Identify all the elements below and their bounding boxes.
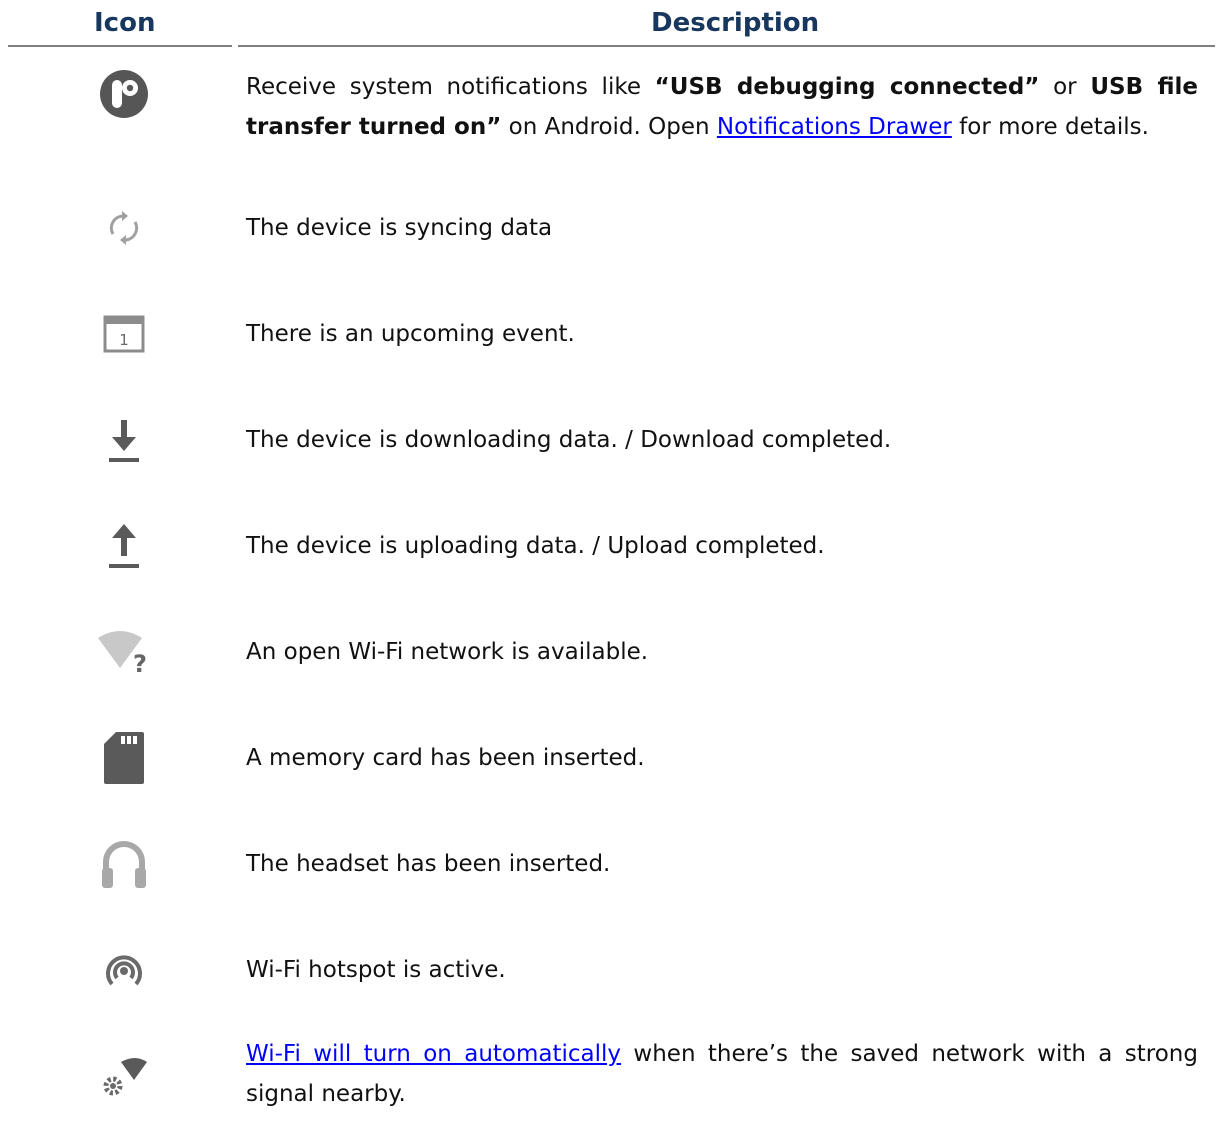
question-mark-glyph: ? xyxy=(133,650,147,676)
header-rule-right xyxy=(238,45,1215,47)
notification-app-icon xyxy=(92,62,156,126)
notifications-drawer-link[interactable]: Notifications Drawer xyxy=(717,114,952,140)
table-row: A memory card has been inserted. xyxy=(0,726,1223,790)
table-row: The headset has been inserted. xyxy=(0,832,1223,896)
row-description: The device is syncing data xyxy=(246,215,553,241)
sd-card-icon xyxy=(92,726,156,790)
row-description: The headset has been inserted. xyxy=(246,851,611,877)
table-row: The device is downloading data. / Downlo… xyxy=(0,408,1223,472)
download-icon xyxy=(92,408,156,472)
table-row: 1 There is an upcoming event. xyxy=(0,302,1223,366)
wifi-auto-on-link[interactable]: Wi-Fi will turn on automatically xyxy=(246,1041,621,1067)
row-description: An open Wi-Fi network is available. xyxy=(246,639,649,665)
table-row: ? An open Wi-Fi network is available. xyxy=(0,620,1223,684)
sync-icon xyxy=(92,196,156,260)
row-description: A memory card has been inserted. xyxy=(246,745,645,771)
table-row: The device is uploading data. / Upload c… xyxy=(0,514,1223,578)
row-description: Wi-Fi hotspot is active. xyxy=(246,957,506,983)
calendar-day-label: 1 xyxy=(119,331,129,349)
column-header-description: Description xyxy=(651,8,820,38)
header-rule-left xyxy=(8,45,232,47)
row-description: Wi-Fi will turn on automatically when th… xyxy=(246,1041,1198,1107)
table-row: Receive system notifications like “USB d… xyxy=(0,62,1223,162)
row-description: Receive system notifications like “USB d… xyxy=(246,74,1199,140)
table-row: The device is syncing data xyxy=(0,196,1223,260)
column-header-icon: Icon xyxy=(94,8,156,38)
upload-icon xyxy=(92,514,156,578)
hotspot-icon xyxy=(92,938,156,1002)
calendar-icon: 1 xyxy=(92,302,156,366)
row-description: The device is downloading data. / Downlo… xyxy=(246,427,892,453)
row-description: The device is uploading data. / Upload c… xyxy=(246,533,825,559)
headset-icon xyxy=(92,832,156,896)
wifi-auto-on-icon xyxy=(92,1046,156,1110)
table-row: Wi-Fi will turn on automatically when th… xyxy=(0,1040,1223,1120)
table-row: Wi-Fi hotspot is active. xyxy=(0,938,1223,1002)
row-description: There is an upcoming event. xyxy=(246,321,575,347)
open-wifi-icon: ? xyxy=(92,620,156,684)
